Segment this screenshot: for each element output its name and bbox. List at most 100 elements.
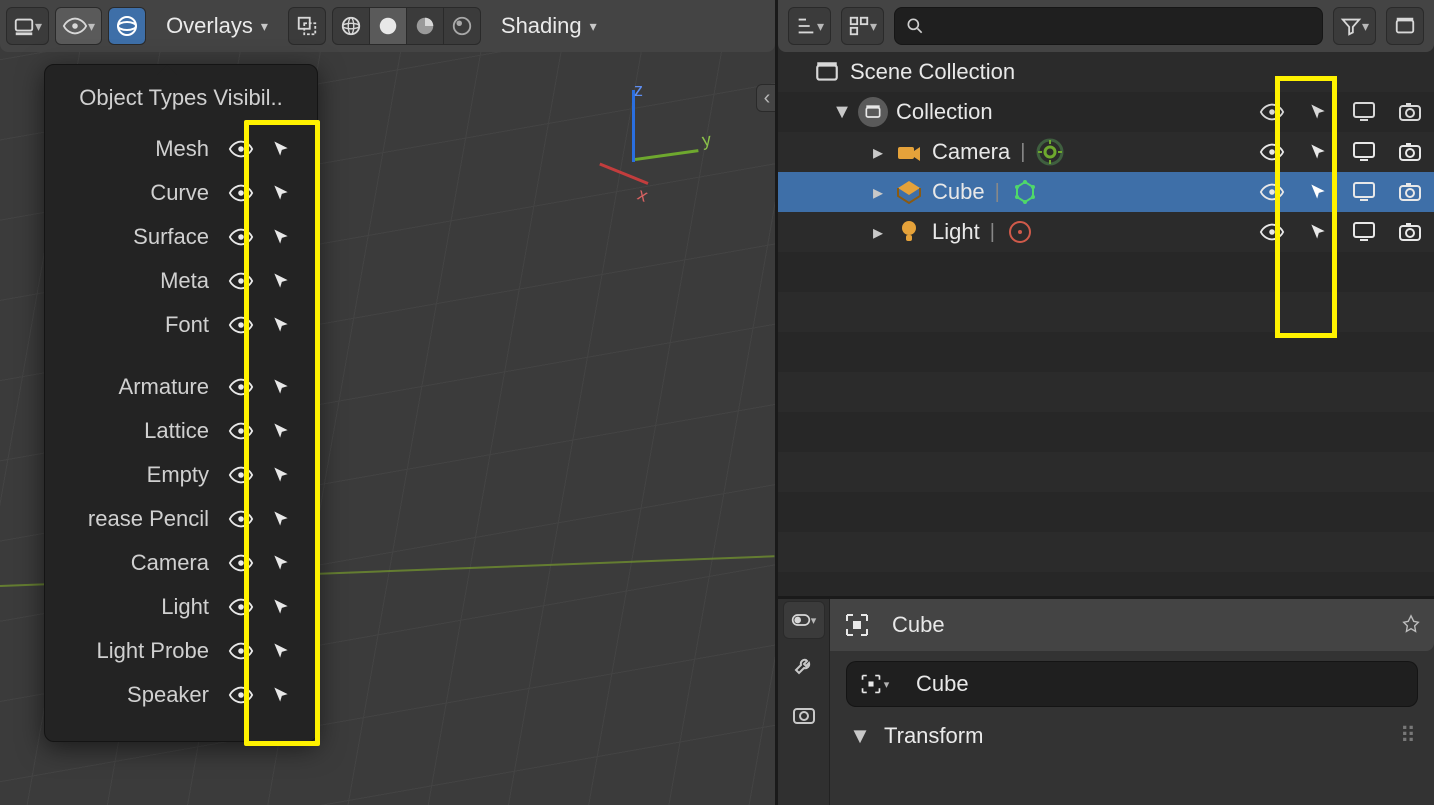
outliner-body[interactable]: Scene Collection ▼ Collection [778,52,1434,596]
editor-type-button[interactable]: ▾ [6,7,49,45]
cursor-icon[interactable] [267,461,295,489]
props-editor-type[interactable]: ▾ [783,601,825,639]
eye-icon[interactable] [227,135,255,163]
visibility-row: Camera [45,541,301,585]
visibility-row: Light Probe [45,629,301,673]
outliner-item-row[interactable]: ▸Cube| [778,172,1434,212]
eye-icon[interactable] [227,461,255,489]
object-data-icon[interactable] [1010,177,1040,207]
eye-icon[interactable] [227,549,255,577]
solid-sphere-icon [377,15,399,37]
disclosure-triangle[interactable]: ▼ [850,726,870,746]
eye-icon[interactable] [227,637,255,665]
visibility-button[interactable]: ▾ [55,7,102,45]
cursor-icon[interactable] [267,223,295,251]
visibility-row: Empty [45,453,301,497]
cursor-icon[interactable] [267,135,295,163]
eye-icon[interactable] [1258,178,1286,206]
eye-icon[interactable] [227,267,255,295]
collection-row[interactable]: ▼ Collection [778,92,1434,132]
gizmo-globe-icon [115,14,139,38]
shading-wireframe[interactable] [332,7,370,45]
camera-icon[interactable] [1396,138,1424,166]
cursor-icon[interactable] [267,549,295,577]
outliner-display-mode[interactable]: ▾ [841,7,884,45]
cursor-icon[interactable] [267,267,295,295]
visibility-row: rease Pencil [45,497,301,541]
visibility-row-label: Light Probe [45,638,215,664]
wrench-icon [792,654,816,678]
shading-matprev[interactable] [406,7,444,45]
visibility-row: Armature [45,365,301,409]
cursor-icon[interactable] [267,637,295,665]
object-name-input[interactable] [902,661,1418,707]
object-name-field: ▾ [846,661,1418,707]
monitor-icon[interactable] [1350,98,1378,126]
xray-icon [296,15,318,37]
cursor-icon[interactable] [1304,138,1332,166]
render-tab[interactable] [783,693,825,739]
cursor-icon[interactable] [267,681,295,709]
visibility-row: Mesh [45,127,301,171]
cursor-icon[interactable] [267,593,295,621]
eye-icon[interactable] [1258,138,1286,166]
cursor-icon[interactable] [1304,98,1332,126]
properties-tabs: ▾ [778,599,830,805]
shading-label: Shading [501,13,582,39]
overlays-label: Overlays [166,13,253,39]
eye-icon[interactable] [227,681,255,709]
cursor-icon[interactable] [267,417,295,445]
monitor-icon[interactable] [1350,138,1378,166]
camera-icon[interactable] [1396,178,1424,206]
overlays-dropdown[interactable]: Overlays ▾ [152,7,282,45]
shading-dropdown[interactable]: Shading ▾ [487,7,611,45]
cursor-icon[interactable] [267,179,295,207]
transform-panel-header[interactable]: ▼ Transform ⠿ [850,723,1418,749]
object-data-icon[interactable] [1005,217,1035,247]
monitor-icon[interactable] [1350,218,1378,246]
image-grid-icon [848,15,870,37]
region-toggle-tab[interactable]: ‹ [756,84,775,112]
outliner-filter[interactable]: ▾ [1333,7,1376,45]
camera-icon[interactable] [1396,98,1424,126]
outliner-search[interactable] [894,7,1323,45]
eye-icon[interactable] [227,373,255,401]
shading-solid[interactable] [369,7,407,45]
drag-grip-icon[interactable]: ⠿ [1400,723,1418,749]
disclosure-triangle[interactable]: ▸ [868,182,888,202]
outliner-item-row[interactable]: ▸Camera| [778,132,1434,172]
eye-icon[interactable] [227,505,255,533]
tool-tab[interactable] [783,643,825,689]
eye-icon[interactable] [227,417,255,445]
disclosure-triangle[interactable]: ▸ [868,222,888,242]
eye-icon[interactable] [227,223,255,251]
cursor-icon[interactable] [267,505,295,533]
eye-icon[interactable] [227,593,255,621]
pin-icon[interactable] [1400,614,1422,636]
outliner-new-collection[interactable] [1386,7,1424,45]
outliner-editor-type[interactable]: ▾ [788,7,831,45]
eye-icon[interactable] [227,179,255,207]
shading-rendered[interactable] [443,7,481,45]
cursor-icon[interactable] [267,373,295,401]
gizmos-button[interactable] [108,7,146,45]
object-data-icon[interactable] [1035,137,1065,167]
eye-icon[interactable] [1258,98,1286,126]
disclosure-triangle[interactable]: ▼ [832,102,852,122]
xray-button[interactable] [288,7,326,45]
monitor-icon[interactable] [1350,178,1378,206]
disclosure-triangle[interactable]: ▸ [868,142,888,162]
transform-panel-title: Transform [884,723,983,749]
scene-collection-row[interactable]: Scene Collection [778,52,1434,92]
object-type-icon [894,137,924,167]
outliner-search-input[interactable] [933,15,1312,38]
cursor-icon[interactable] [1304,218,1332,246]
camera-icon[interactable] [1396,218,1424,246]
viewport-3d[interactable]: ▾ ▾ Overlays ▾ [0,0,775,805]
eye-icon[interactable] [1258,218,1286,246]
eye-icon[interactable] [227,311,255,339]
cursor-icon[interactable] [1304,178,1332,206]
datablock-browse-button[interactable]: ▾ [846,661,902,707]
cursor-icon[interactable] [267,311,295,339]
outliner-item-row[interactable]: ▸Light| [778,212,1434,252]
